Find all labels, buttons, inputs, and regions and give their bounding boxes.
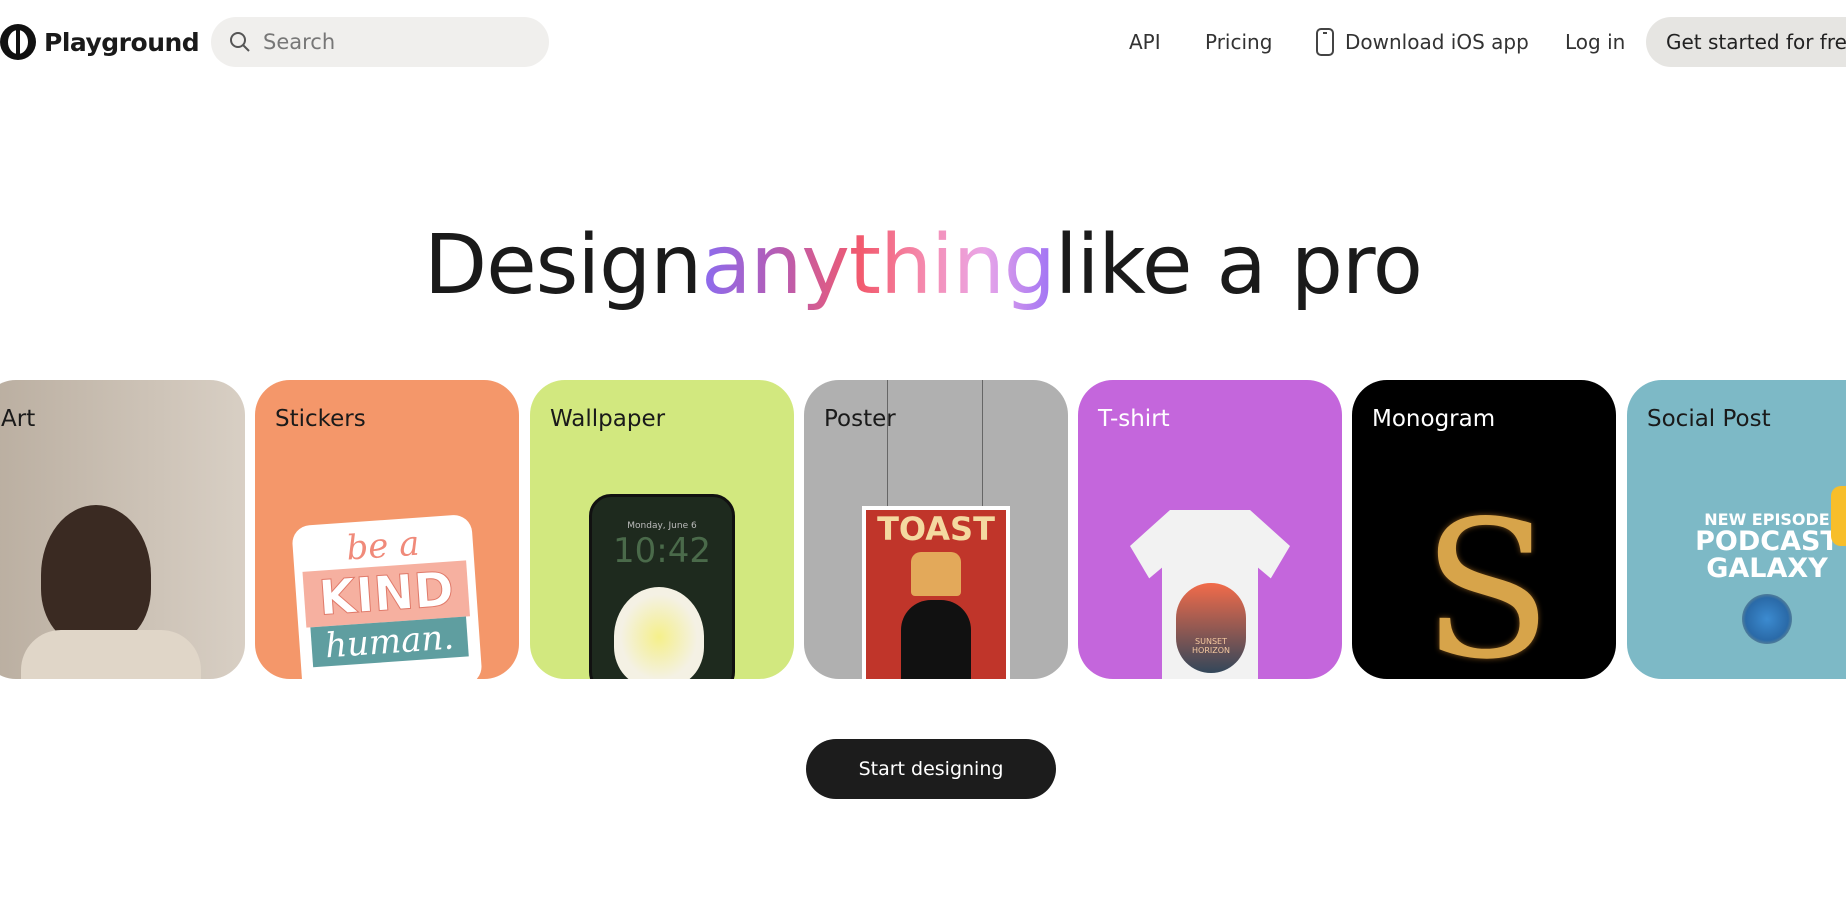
search-input[interactable]: [263, 30, 523, 54]
card-label: Poster: [824, 406, 896, 432]
hero-title: Designanythinglike a pro: [424, 218, 1423, 313]
brand-logo[interactable]: Playground: [0, 24, 200, 60]
nav-api[interactable]: API: [1129, 17, 1161, 67]
podcast-image: NEW EPISODE PODCAST GALAXY: [1682, 512, 1846, 644]
card-label: Social Post: [1647, 406, 1771, 432]
start-designing-button[interactable]: Start designing: [806, 739, 1056, 799]
nav-pricing[interactable]: Pricing: [1205, 17, 1272, 67]
card-monogram[interactable]: Monogram S: [1352, 380, 1616, 679]
card-label: T-shirt: [1098, 406, 1170, 432]
card-label: Stickers: [275, 406, 366, 432]
toast-poster-image: TOAST: [862, 506, 1010, 679]
search-bar[interactable]: [211, 17, 549, 67]
card-label: Monogram: [1372, 406, 1496, 432]
card-label: Art: [1, 406, 36, 432]
download-label: Download iOS app: [1345, 30, 1529, 54]
card-label: Wallpaper: [550, 406, 666, 432]
nav-login[interactable]: Log in: [1565, 17, 1625, 67]
sticker-image: be a KIND human.: [291, 513, 483, 679]
monogram-image: S: [1421, 480, 1553, 679]
card-wallpaper[interactable]: Wallpaper Monday, June 6 10:42: [530, 380, 794, 679]
card-social-post[interactable]: Social Post NEW EPISODE PODCAST GALAXY: [1627, 380, 1846, 679]
phone-icon: [1316, 28, 1334, 56]
card-poster[interactable]: Poster TOAST: [804, 380, 1068, 679]
card-art[interactable]: Art: [0, 380, 245, 679]
nav-download-ios[interactable]: Download iOS app: [1315, 17, 1529, 67]
brand-name: Playground: [44, 27, 200, 57]
portrait-image: [41, 505, 151, 645]
playground-logo-icon: [0, 24, 36, 60]
title-accent: anything: [701, 218, 1056, 313]
get-started-button[interactable]: Get started for free: [1646, 17, 1846, 67]
phone-mockup-image: Monday, June 6 10:42: [589, 494, 735, 679]
card-tshirt[interactable]: T-shirt SUNSET HORIZON: [1078, 380, 1342, 679]
card-stickers[interactable]: Stickers be a KIND human.: [255, 380, 519, 679]
search-icon: [230, 32, 250, 52]
